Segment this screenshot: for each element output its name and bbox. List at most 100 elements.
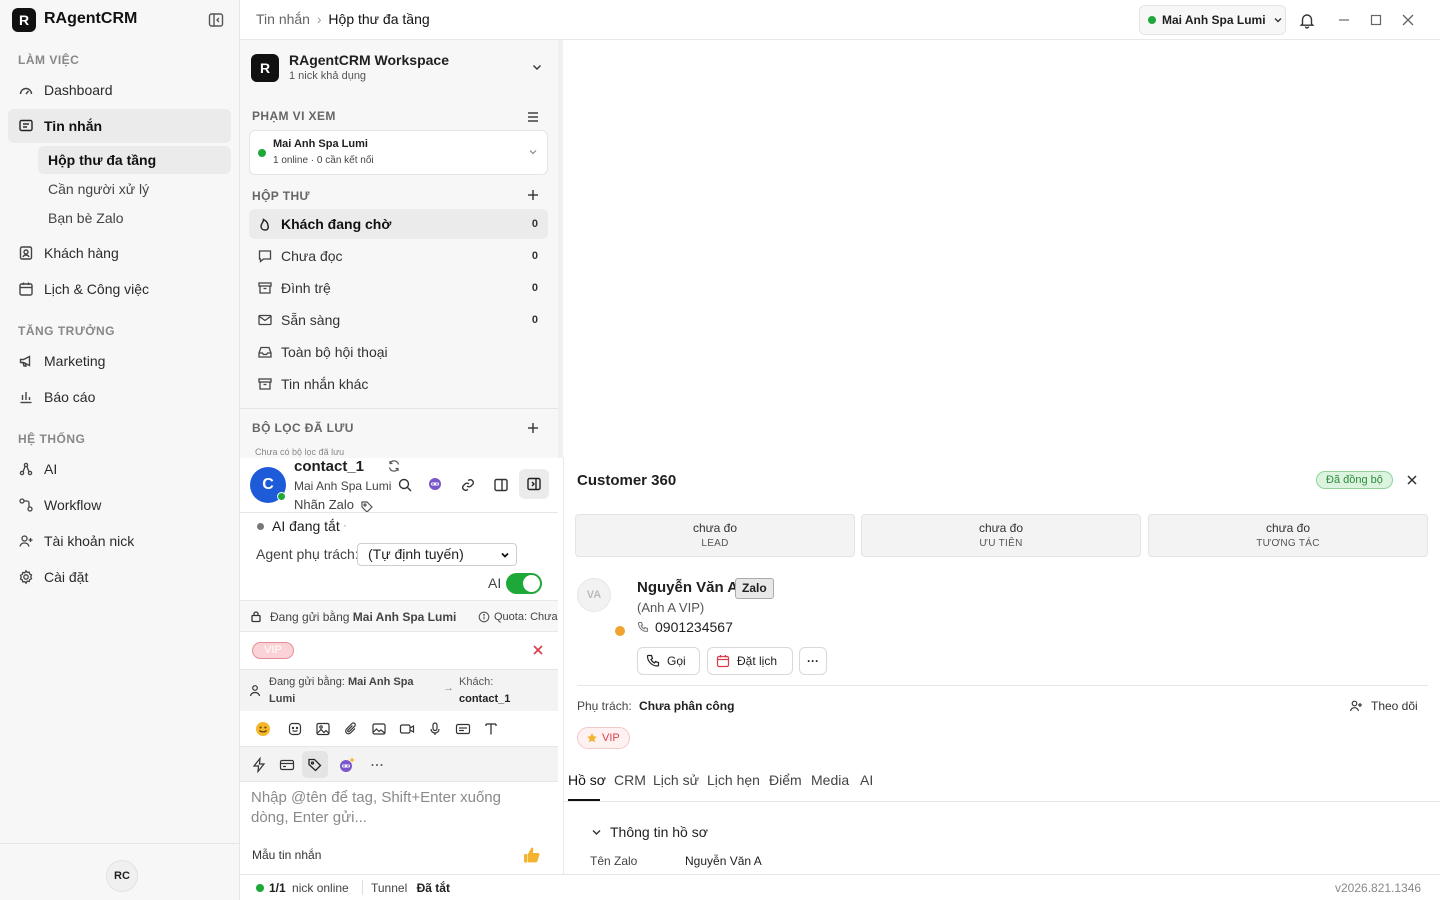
video-icon[interactable]	[399, 721, 415, 737]
sidebar-subitem-zalo-friends[interactable]: Bạn bè Zalo	[38, 204, 231, 232]
tab-history[interactable]: Lịch sử	[653, 772, 699, 788]
tag-icon[interactable]	[360, 500, 378, 518]
minimize-icon[interactable]	[1335, 11, 1353, 29]
contact-tag-label[interactable]: Nhãn Zalo	[294, 497, 354, 512]
divider	[240, 408, 558, 409]
customer-360-panel: Customer 360 Đã đồng bộ chưa đo LEAD chư…	[563, 458, 1440, 874]
close-window-icon[interactable]	[1399, 11, 1417, 29]
message-input[interactable]: Nhập @tên để tag, Shift+Enter xuống dòng…	[251, 788, 531, 828]
schedule-button[interactable]: Đặt lịch	[707, 647, 793, 675]
more-icon[interactable]	[369, 757, 385, 773]
inbox-item-ready[interactable]: Sẵn sàng 0	[249, 305, 548, 335]
sidebar-item-reports[interactable]: Báo cáo	[8, 380, 231, 414]
tab-ai[interactable]: AI	[860, 772, 873, 788]
card-icon[interactable]	[279, 757, 295, 773]
tag-button[interactable]	[302, 751, 328, 778]
menu-icon[interactable]	[526, 110, 540, 124]
agent-select[interactable]: (Tự định tuyến)	[357, 543, 517, 566]
text-format-icon[interactable]	[483, 721, 499, 737]
plus-icon[interactable]	[527, 422, 539, 434]
sidebar-item-ai[interactable]: AI	[8, 452, 231, 486]
inbox-item-stalled[interactable]: Đình trệ 0	[249, 273, 548, 303]
sidebar-item-settings[interactable]: Cài đặt	[8, 560, 231, 594]
follow-button[interactable]: Theo dõi	[1349, 699, 1418, 713]
split-view-icon[interactable]	[493, 477, 511, 495]
sidebar-item-dashboard[interactable]: Dashboard	[8, 73, 231, 107]
ai-bot-icon[interactable]	[338, 757, 356, 773]
inbox-item-count: 0	[531, 314, 538, 326]
close-icon[interactable]	[1406, 474, 1418, 486]
megaphone-icon	[18, 353, 34, 369]
template-link[interactable]: Mẫu tin nhắn	[252, 848, 321, 862]
emoji-icon[interactable]	[255, 721, 271, 737]
call-button[interactable]: Gọi	[637, 647, 700, 675]
tab-profile[interactable]: Hồ sơ	[568, 772, 606, 788]
customer-phone[interactable]: 0901234567	[655, 619, 733, 635]
tab-crm[interactable]: CRM	[614, 772, 646, 788]
divider	[564, 801, 1440, 802]
microphone-icon[interactable]	[427, 721, 443, 737]
link-icon[interactable]	[460, 477, 478, 495]
inbox-item-other-messages[interactable]: Tin nhắn khác	[249, 369, 548, 399]
vip-tag[interactable]: VIP	[252, 642, 294, 659]
metric-value: chưa đo	[692, 521, 738, 535]
sidebar-subitem-multi-inbox[interactable]: Hộp thư đa tầng	[38, 146, 231, 174]
sidebar-item-messages[interactable]: Tin nhắn	[8, 109, 231, 143]
sidebar-item-workflow[interactable]: Workflow	[8, 488, 231, 522]
top-bar: Tin nhắn › Hộp thư đa tầng Mai Anh Spa L…	[240, 0, 1440, 40]
sidebar-item-marketing[interactable]: Marketing	[8, 344, 231, 378]
inbox-item-unread[interactable]: Chưa đọc 0	[249, 241, 548, 271]
sidebar-item-calendar[interactable]: Lịch & Công việc	[8, 272, 231, 306]
tab-appointments[interactable]: Lịch hẹn	[707, 772, 760, 788]
image-icon[interactable]	[315, 721, 331, 737]
plus-icon[interactable]	[527, 189, 539, 201]
profile-section-header[interactable]: Thông tin hồ sơ	[591, 824, 708, 840]
online-status: 1/1 nick online	[269, 881, 349, 895]
paperclip-icon[interactable]	[343, 721, 359, 737]
sidebar-subitem-needs-handler[interactable]: Cần người xử lý	[38, 175, 231, 203]
panel-toggle-button[interactable]	[519, 469, 549, 499]
section-title-system: HỆ THỐNG	[18, 432, 86, 446]
divider	[577, 685, 1428, 686]
ai-toggle[interactable]	[506, 573, 542, 594]
info-icon	[478, 611, 490, 623]
sidebar-item-nick-accounts[interactable]: Tài khoản nick	[8, 524, 231, 558]
account-switcher[interactable]: Mai Anh Spa Lumi	[1139, 5, 1286, 35]
inbox-item-label: Tin nhắn khác	[281, 376, 369, 392]
sidebar-item-customers[interactable]: Khách hàng	[8, 236, 231, 270]
photo-album-icon[interactable]	[371, 721, 387, 737]
gear-icon	[18, 569, 34, 585]
workspace-name[interactable]: RAgentCRM Workspace	[289, 52, 449, 68]
more-actions-button[interactable]: ···	[799, 647, 827, 675]
breadcrumb-root[interactable]: Tin nhắn	[256, 11, 310, 27]
lightning-icon[interactable]	[251, 757, 267, 773]
user-avatar[interactable]: RC	[106, 860, 138, 892]
toggle-knob	[523, 575, 540, 592]
card-icon[interactable]	[455, 721, 471, 737]
app-title: RAgentCRM	[44, 10, 138, 27]
tab-points[interactable]: Điểm	[769, 772, 802, 788]
tab-media[interactable]: Media	[811, 772, 849, 788]
search-icon[interactable]	[397, 477, 415, 495]
breadcrumb-separator: ›	[316, 11, 322, 27]
sticker-icon[interactable]	[287, 721, 303, 737]
inbox-item-waiting[interactable]: Khách đang chờ 0	[249, 209, 548, 239]
contact-name: contact_1	[294, 458, 365, 475]
close-icon[interactable]	[532, 644, 544, 656]
panel-splitter[interactable]	[558, 40, 563, 458]
chevron-down-icon[interactable]	[531, 61, 543, 73]
refresh-icon[interactable]	[387, 459, 405, 477]
flame-icon	[257, 216, 273, 232]
vip-tag[interactable]: VIP	[577, 727, 630, 749]
chevron-down-icon	[1273, 15, 1283, 25]
maximize-icon[interactable]	[1367, 11, 1385, 29]
metric-label: ƯU TIÊN	[979, 538, 1023, 549]
scope-selector[interactable]: Mai Anh Spa Lumi 1 online · 0 cần kết nố…	[249, 130, 548, 175]
tunnel-value: Đã tắt	[416, 881, 450, 895]
inbox-item-all-conversations[interactable]: Toàn bộ hội thoại	[249, 337, 548, 367]
metric-value: chưa đo	[978, 521, 1024, 535]
thumbs-up-icon[interactable]	[522, 845, 542, 865]
sidebar-collapse-icon[interactable]	[207, 11, 225, 29]
ai-bot-icon[interactable]	[427, 476, 445, 494]
bell-icon[interactable]	[1298, 11, 1316, 29]
